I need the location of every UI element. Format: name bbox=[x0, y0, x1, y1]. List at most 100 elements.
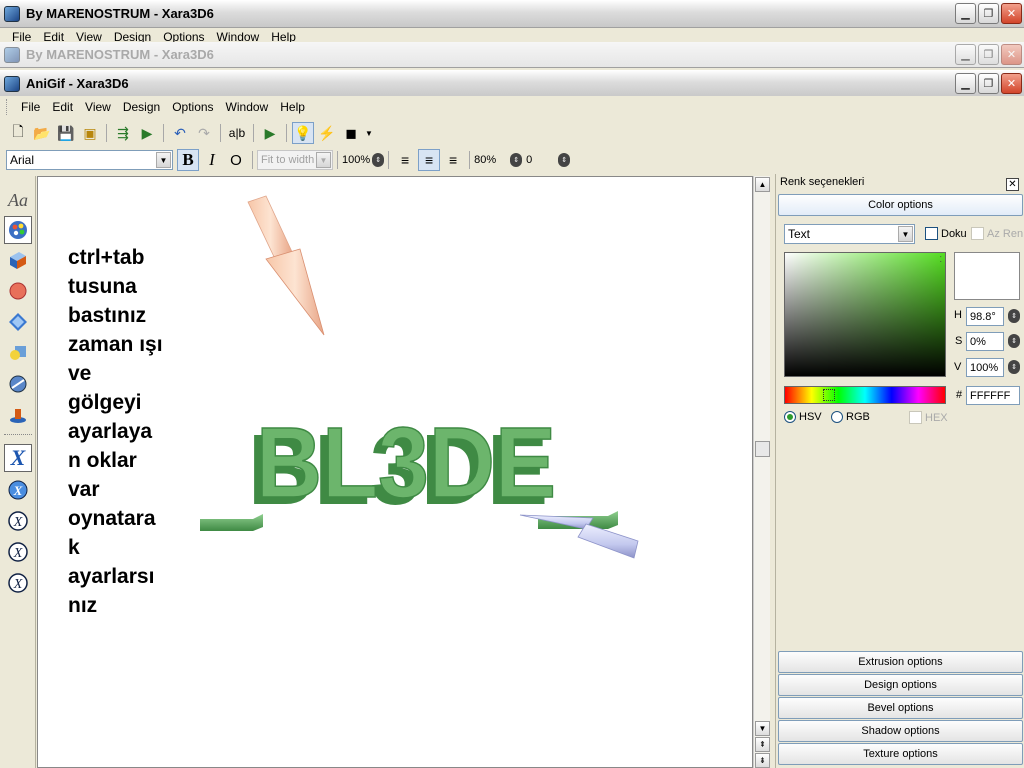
page-down-button[interactable]: ⇟ bbox=[755, 753, 770, 768]
offset-value[interactable]: 0 bbox=[526, 154, 556, 166]
text-tool[interactable]: Aa bbox=[4, 186, 32, 214]
texture-icon[interactable] bbox=[4, 370, 32, 398]
menu-design[interactable]: Design bbox=[117, 100, 166, 114]
minimize-button[interactable]: ▁ bbox=[955, 73, 976, 94]
design-icon[interactable] bbox=[4, 308, 32, 336]
menu-view[interactable]: View bbox=[70, 30, 108, 42]
close-button[interactable]: ✕ bbox=[1001, 3, 1022, 24]
new-file-icon[interactable]: 🗋 bbox=[7, 122, 29, 144]
h-spinner[interactable]: ⇕ bbox=[1008, 309, 1020, 323]
close-button[interactable]: ✕ bbox=[1001, 44, 1022, 65]
hsv-radio[interactable] bbox=[784, 411, 796, 423]
chevron-down-icon[interactable]: ▼ bbox=[364, 122, 374, 144]
align-center-icon[interactable]: ≡ bbox=[418, 149, 441, 171]
menu-edit[interactable]: Edit bbox=[37, 30, 70, 42]
menu-options[interactable]: Options bbox=[157, 30, 210, 42]
menu-file[interactable]: File bbox=[6, 30, 37, 42]
menubar-grip[interactable] bbox=[6, 99, 9, 115]
spacing-spinner[interactable]: ⇕ bbox=[510, 153, 523, 167]
mode-hsv[interactable]: HSV bbox=[784, 411, 822, 423]
animation-x2-icon[interactable]: X bbox=[4, 476, 32, 504]
font-select[interactable]: Arial ▼ bbox=[6, 150, 173, 170]
close-icon[interactable]: ✕ bbox=[1006, 178, 1019, 191]
play-animation-icon[interactable]: ▶ bbox=[259, 122, 281, 144]
animation-x3-icon[interactable]: X bbox=[4, 507, 32, 535]
chevron-down-icon[interactable]: ▼ bbox=[898, 226, 913, 242]
background-icon[interactable]: ◼ bbox=[340, 122, 362, 144]
back-window-titlebar[interactable]: By MARENOSTRUM - Xara3D6 ▁ ❐ ✕ bbox=[0, 0, 1024, 28]
fit-select[interactable]: Fit to width ▼ bbox=[257, 150, 333, 170]
minimize-button[interactable]: ▁ bbox=[955, 3, 976, 24]
italic-button[interactable]: I bbox=[201, 149, 223, 171]
undo-icon[interactable]: ↶ bbox=[169, 122, 191, 144]
save-icon[interactable]: 💾 bbox=[55, 122, 77, 144]
mode-hex[interactable]: HEX bbox=[909, 411, 948, 424]
color-target-select[interactable]: Text ▼ bbox=[784, 224, 915, 244]
restore-button[interactable]: ❐ bbox=[978, 3, 999, 24]
s-field[interactable]: 0% bbox=[966, 332, 1004, 351]
zoom-spinner[interactable]: ⇕ bbox=[372, 153, 385, 167]
hex-field[interactable]: FFFFFF bbox=[966, 386, 1020, 405]
extrusion-icon[interactable] bbox=[4, 246, 32, 274]
bevel-options-button[interactable]: Bevel options bbox=[778, 697, 1023, 719]
scroll-up-button[interactable]: ▲ bbox=[755, 177, 770, 192]
page-up-button[interactable]: ⇞ bbox=[755, 737, 770, 752]
texture-checkbox[interactable] bbox=[925, 227, 938, 240]
animation-x5-icon[interactable]: X bbox=[4, 569, 32, 597]
texture-options-button[interactable]: Texture options bbox=[778, 743, 1023, 765]
zoom-value[interactable]: 100% bbox=[342, 154, 370, 166]
animation-x4-icon[interactable]: X bbox=[4, 538, 32, 566]
v-field[interactable]: 100% bbox=[966, 358, 1004, 377]
minimize-button[interactable]: ▁ bbox=[955, 44, 976, 65]
menu-file[interactable]: File bbox=[15, 100, 46, 114]
color-options-button[interactable]: Color options bbox=[778, 194, 1023, 216]
v-spinner[interactable]: ⇕ bbox=[1008, 360, 1020, 374]
chevron-down-icon[interactable]: ▼ bbox=[156, 152, 171, 168]
redo-icon[interactable]: ↷ bbox=[193, 122, 215, 144]
menu-window[interactable]: Window bbox=[211, 30, 266, 42]
middle-window-titlebar[interactable]: By MARENOSTRUM - Xara3D6 ▁ ❐ ✕ bbox=[0, 42, 1024, 68]
menu-help[interactable]: Help bbox=[274, 100, 311, 114]
az-option[interactable]: Az Ren bbox=[971, 227, 1023, 240]
hex-checkbox[interactable] bbox=[909, 411, 922, 424]
menu-edit[interactable]: Edit bbox=[46, 100, 79, 114]
open-file-icon[interactable]: 📂 bbox=[31, 122, 53, 144]
hue-marker[interactable] bbox=[823, 389, 835, 401]
edit-text-icon[interactable]: a|b bbox=[226, 122, 248, 144]
bold-button[interactable]: B bbox=[177, 149, 199, 171]
close-button[interactable]: ✕ bbox=[1001, 73, 1022, 94]
bevel-icon[interactable] bbox=[4, 277, 32, 305]
shadow-options-button[interactable]: Shadow options bbox=[778, 720, 1023, 742]
restore-button[interactable]: ❐ bbox=[978, 44, 999, 65]
restore-button[interactable]: ❐ bbox=[978, 73, 999, 94]
shadow-icon[interactable] bbox=[4, 339, 32, 367]
light-direction-arrow[interactable] bbox=[247, 195, 325, 336]
menu-view[interactable]: View bbox=[79, 100, 117, 114]
lightbulb-icon[interactable]: 💡 bbox=[292, 122, 314, 144]
saturation-value-picker[interactable]: ⁚ bbox=[784, 252, 946, 377]
az-checkbox[interactable] bbox=[971, 227, 984, 240]
chevron-down-icon[interactable]: ▼ bbox=[316, 152, 331, 168]
align-left-icon[interactable]: ≡ bbox=[394, 149, 416, 171]
menu-options[interactable]: Options bbox=[166, 100, 219, 114]
design-options-button[interactable]: Design options bbox=[778, 674, 1023, 696]
outline-button[interactable]: O bbox=[225, 149, 247, 171]
front-window-titlebar[interactable]: AniGif - Xara3D6 ▁ ❐ ✕ bbox=[0, 70, 1024, 98]
color-palette-icon[interactable] bbox=[4, 216, 32, 244]
extrusion-options-button[interactable]: Extrusion options bbox=[778, 651, 1023, 673]
scroll-thumb[interactable] bbox=[755, 441, 770, 457]
offset-spinner[interactable]: ⇕ bbox=[558, 153, 571, 167]
menu-window[interactable]: Window bbox=[220, 100, 275, 114]
spacing-value[interactable]: 80% bbox=[474, 154, 508, 166]
scroll-down-button[interactable]: ▼ bbox=[755, 721, 770, 736]
hue-slider[interactable] bbox=[784, 386, 946, 404]
animation-x-icon[interactable]: X bbox=[4, 444, 32, 472]
lighting-icon[interactable] bbox=[4, 401, 32, 429]
menu-help[interactable]: Help bbox=[265, 30, 302, 42]
lightning-icon[interactable]: ⚡ bbox=[316, 122, 338, 144]
design-canvas[interactable]: ctrl+tab tusuna bastınız zaman ışı ve gö… bbox=[37, 176, 753, 768]
s-spinner[interactable]: ⇕ bbox=[1008, 334, 1020, 348]
rgb-radio[interactable] bbox=[831, 411, 843, 423]
import-icon[interactable]: ⇶ bbox=[112, 122, 134, 144]
mode-rgb[interactable]: RGB bbox=[831, 411, 870, 423]
